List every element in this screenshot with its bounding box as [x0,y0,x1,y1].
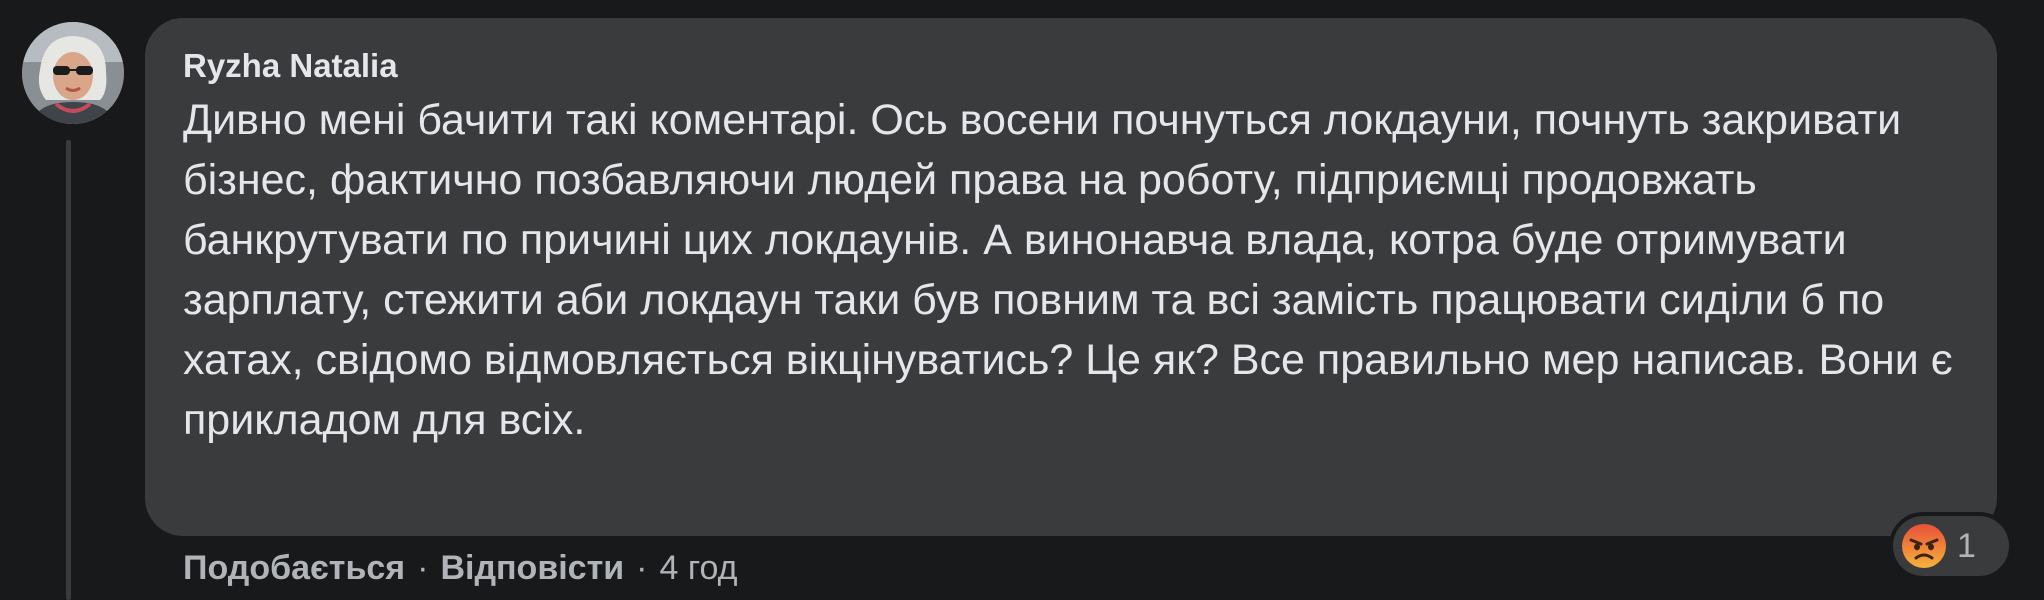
reply-button[interactable]: Відповісти [440,549,624,588]
comment-bubble: Ryzha Natalia Дивно мені бачити такі ком… [145,18,1997,536]
separator: · [417,548,429,587]
comment-thread: Ryzha Natalia Дивно мені бачити такі ком… [0,0,2044,600]
separator: · [636,548,648,587]
reaction-count: 1 [1957,526,1976,565]
avatar[interactable] [22,22,124,124]
comment-timestamp[interactable]: 4 год [659,549,737,588]
comment-actions: Подобається · Відповісти · 4 год [183,546,737,590]
thread-line [66,140,71,600]
reaction-summary[interactable]: 1 [1889,512,2013,580]
comment-author[interactable]: Ryzha Natalia [183,46,1957,86]
avatar-photo-icon [22,22,124,124]
angry-face-icon [1901,523,1947,569]
comment-text: Дивно мені бачити такі коментарі. Ось во… [183,96,1953,444]
like-button[interactable]: Подобається [183,549,405,588]
